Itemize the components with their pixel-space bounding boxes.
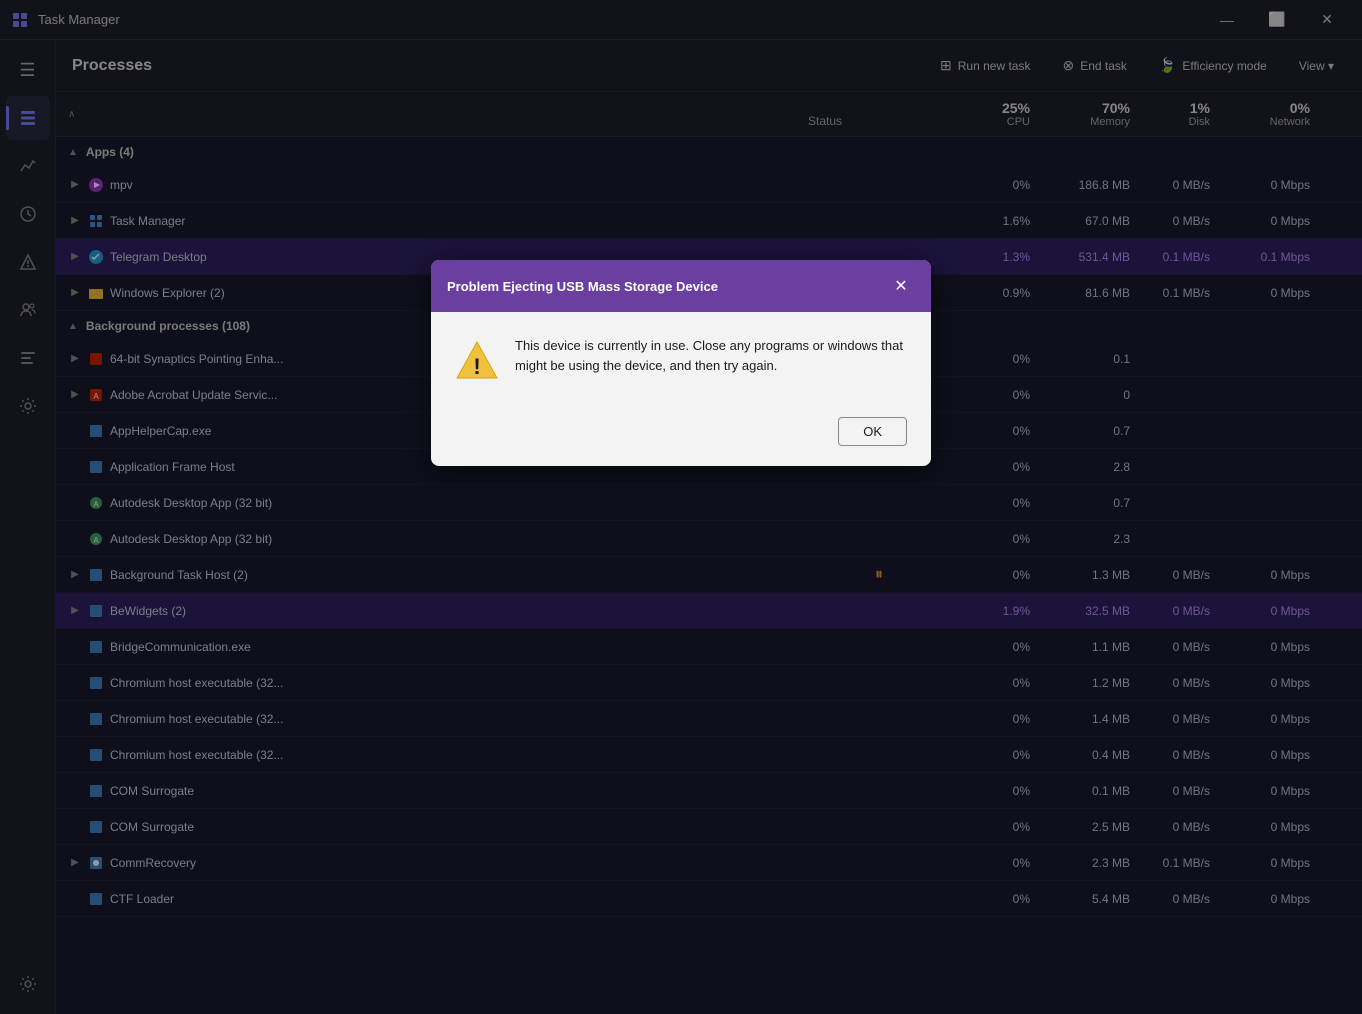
dialog-footer: OK [431,405,931,466]
dialog-titlebar: Problem Ejecting USB Mass Storage Device… [431,260,931,312]
dialog-ok-button[interactable]: OK [838,417,907,446]
svg-text:!: ! [473,354,480,379]
dialog-close-button[interactable]: ✕ [887,272,915,300]
usb-eject-dialog: Problem Ejecting USB Mass Storage Device… [431,260,931,466]
warning-icon: ! [455,338,499,389]
dialog-overlay: Problem Ejecting USB Mass Storage Device… [0,0,1362,1014]
dialog-title: Problem Ejecting USB Mass Storage Device [447,279,718,294]
dialog-message: This device is currently in use. Close a… [515,336,907,375]
dialog-body: ! This device is currently in use. Close… [431,312,931,405]
